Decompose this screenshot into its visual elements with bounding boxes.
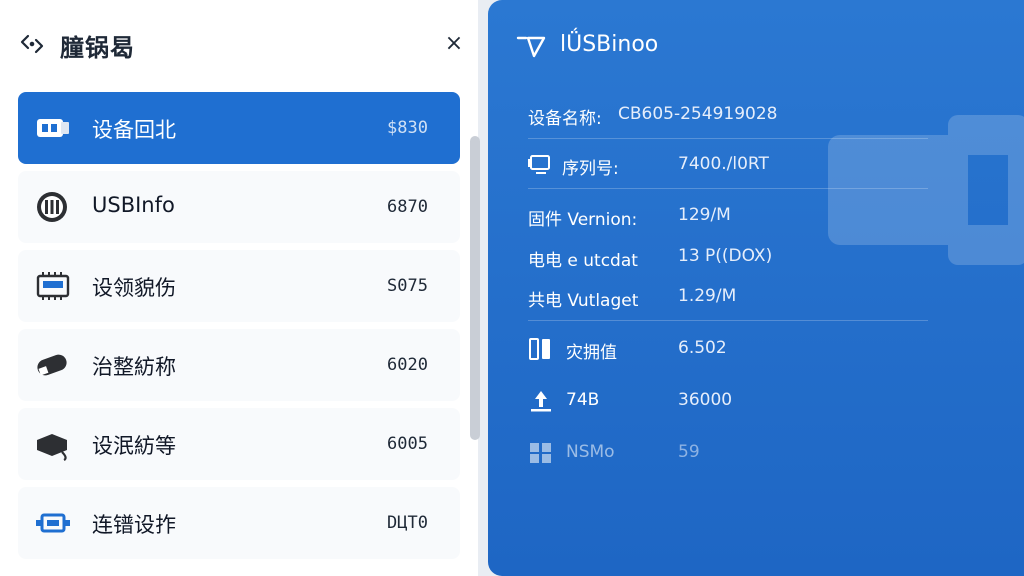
list-item-1[interactable]: USBInfo 6870 <box>18 171 460 243</box>
monitor-icon <box>528 155 550 174</box>
list-item-5[interactable]: 连镨设拃 DЦT0 <box>18 487 460 559</box>
info-label: 灾拥值 <box>566 343 617 363</box>
battery-icon <box>529 338 550 360</box>
info-label: 共电 Vutlaget <box>528 291 639 311</box>
info-label: 电电 e utcdat <box>528 251 638 271</box>
device-detail-panel: lǗSBinoo 设备名称: CB605-254919028 序列号: 7400… <box>488 0 1024 576</box>
flash-drive-icon <box>37 354 67 376</box>
list-item-label: 设备回北 <box>92 118 176 142</box>
info-value: 1.29/M <box>678 286 737 306</box>
info-row-serial: 序列号: 7400./l0RT <box>528 148 998 182</box>
divider <box>528 138 928 139</box>
chip-icon <box>36 272 70 300</box>
left-header: 膧锅曷 × <box>0 0 478 88</box>
list-item-value: 6005 <box>387 434 428 454</box>
info-row-current: 电电 e utcdat 13 P((DOX) <box>528 240 998 274</box>
list-item-label: 设泯紡等 <box>92 434 176 458</box>
usb-drive-icon <box>37 119 69 137</box>
list-item-3[interactable]: 治整紡称 6020 <box>18 329 460 401</box>
list-item-label: 治整紡称 <box>92 355 176 379</box>
info-value: CB605-254919028 <box>618 104 778 124</box>
info-label: 74B <box>566 390 600 410</box>
list-item-value: 6020 <box>387 355 428 375</box>
info-row-capacity: 灾拥值 6.502 <box>528 332 998 366</box>
grid-icon <box>530 443 551 463</box>
info-value: 59 <box>678 442 700 462</box>
info-row-upload: 74B 36000 <box>528 384 998 418</box>
list-item-value: $830 <box>387 118 428 138</box>
info-value: 6.502 <box>678 338 727 358</box>
info-row-device-name: 设备名称: CB605-254919028 <box>528 98 998 132</box>
list-item-value: DЦT0 <box>387 513 428 533</box>
list-item-label: 设领貌伤 <box>92 276 176 300</box>
info-value: 7400./l0RT <box>678 154 769 174</box>
left-panel-title: 膧锅曷 <box>60 34 135 62</box>
usb-connector-icon <box>37 192 67 222</box>
list-scrollbar[interactable] <box>470 136 480 440</box>
list-item-label: 连镨设拃 <box>92 513 176 537</box>
info-label: NSMo <box>566 442 615 462</box>
list-item-label: USBInfo <box>92 193 175 217</box>
upload-arrow-icon <box>531 391 551 412</box>
info-row-nsmo: NSMo 59 <box>528 436 998 470</box>
device-list: 设备回北 $830 USBInfo 6870 设领貌伤 S075 治整紡称 60… <box>18 92 460 566</box>
list-item-value: S075 <box>387 276 428 296</box>
port-icon <box>36 513 70 533</box>
device-list-panel: 膧锅曷 × 设备回北 $830 USBInfo 6870 设领貌伤 S075 治… <box>0 0 478 576</box>
info-value: 36000 <box>678 390 733 410</box>
close-icon[interactable]: × <box>440 30 468 58</box>
info-label: 序列号: <box>562 159 619 179</box>
info-label: 固件 Vernion: <box>528 210 638 230</box>
list-item-2[interactable]: 设领貌伤 S075 <box>18 250 460 322</box>
list-item-4[interactable]: 设泯紡等 6005 <box>18 408 460 480</box>
info-label: 设备名称: <box>528 109 602 129</box>
info-value: 13 P((DOX) <box>678 246 773 266</box>
right-panel-title: lǗSBinoo <box>560 32 659 57</box>
usb-trident-icon <box>516 36 546 58</box>
divider <box>528 188 928 189</box>
usb-logo-icon <box>20 34 44 54</box>
info-value: 129/M <box>678 205 731 225</box>
info-row-voltage: 共电 Vutlaget 1.29/M <box>528 280 998 314</box>
list-item-value: 6870 <box>387 197 428 217</box>
info-row-firmware: 固件 Vernion: 129/M <box>528 199 998 233</box>
cable-icon <box>37 434 67 461</box>
divider <box>528 320 928 321</box>
list-item-0[interactable]: 设备回北 $830 <box>18 92 460 164</box>
